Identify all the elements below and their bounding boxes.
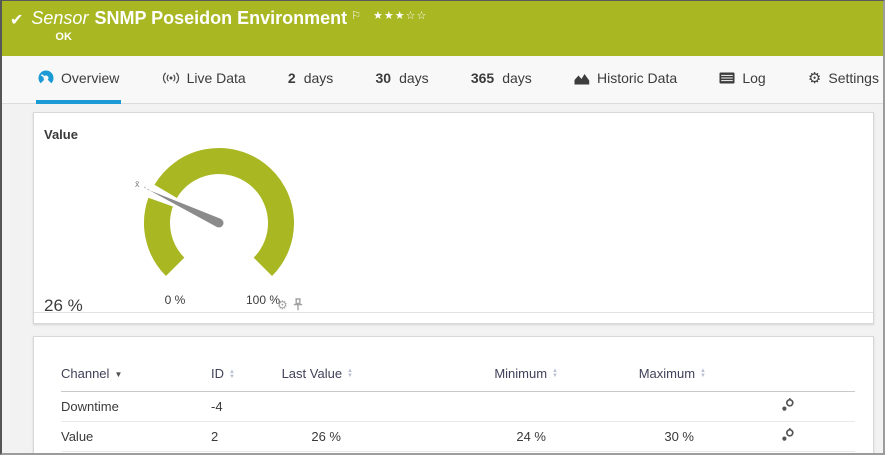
- channels-table: Channel ▼ ID ▲ ▼ Last Value ▲ ▼ Minimum ▲ ▼ Max…: [61, 357, 855, 452]
- ok-check-icon: ✔: [10, 12, 24, 29]
- column-header-maximum[interactable]: Maximum ▲ ▼: [558, 357, 706, 392]
- priority-flag-icon[interactable]: ⚐: [351, 5, 361, 27]
- tab-live-data-label: Live Data: [186, 70, 246, 86]
- minimum-cell: [353, 391, 558, 422]
- priority-stars[interactable]: ★★★☆☆: [373, 5, 427, 27]
- tab-bar: Overview Live Data 2 days 30 days 365 da…: [2, 56, 883, 104]
- table-row[interactable]: Value 2 26 % 24 % 30 %: [61, 421, 855, 452]
- table-row[interactable]: Downtime -4: [61, 391, 855, 422]
- channel-settings-gears-icon[interactable]: [781, 427, 795, 445]
- channel-settings-gears-icon[interactable]: [781, 397, 795, 415]
- minimum-cell: 24 %: [353, 421, 558, 452]
- gauge-current-value: 26 %: [44, 296, 83, 315]
- sort-desc-icon: ▼: [114, 370, 123, 380]
- channel-id-cell: -4: [211, 391, 271, 422]
- sensor-page: ✔ Sensor SNMP Poseidon Environment ⚐ ★★★…: [0, 0, 885, 455]
- tab-2-days[interactable]: 2 days: [286, 56, 335, 104]
- id-header-label: ID: [211, 366, 224, 382]
- column-header-minimum[interactable]: Minimum ▲ ▼: [353, 357, 558, 392]
- tab-live-data[interactable]: Live Data: [160, 56, 248, 104]
- maximum-cell: [558, 391, 706, 422]
- last-value-cell: 26 %: [271, 421, 353, 452]
- tab-settings-label: Settings: [828, 70, 879, 86]
- tab-30-days-label: days: [399, 70, 429, 86]
- column-header-last-value[interactable]: Last Value ▲ ▼: [271, 357, 353, 392]
- area-chart-icon: [574, 72, 590, 85]
- sensor-title-block: Sensor SNMP Poseidon Environment ⚐ ★★★☆☆…: [31, 7, 427, 43]
- tab-historic-data-label: Historic Data: [597, 70, 678, 86]
- sort-icon: ▲ ▼: [700, 367, 706, 379]
- last-value-cell: [271, 391, 353, 422]
- maximum-header-label: Maximum: [638, 366, 696, 382]
- gauge-min-label: 0 %: [164, 293, 186, 307]
- channels-panel: Channel ▼ ID ▲ ▼ Last Value ▲ ▼ Minimum ▲ ▼ Max…: [33, 336, 874, 453]
- tab-settings[interactable]: ⚙ Settings: [806, 56, 881, 104]
- gauge-footer-divider: [34, 312, 873, 313]
- tab-log-label: Log: [742, 70, 766, 86]
- tab-365-days-label: days: [502, 70, 532, 86]
- channel-name-cell: Downtime: [61, 391, 211, 422]
- tab-overview-label: Overview: [61, 70, 120, 86]
- tab-365-days-number: 365: [470, 70, 495, 86]
- page-title: SNMP Poseidon Environment: [94, 8, 348, 28]
- tab-30-days-number: 30: [375, 70, 392, 86]
- tab-overview[interactable]: Overview: [36, 56, 122, 104]
- channel-header-label: Channel: [61, 366, 110, 382]
- channel-id-cell: 2: [211, 421, 271, 452]
- sensor-status-header: ✔ Sensor SNMP Poseidon Environment ⚐ ★★★…: [2, 1, 883, 56]
- tab-historic-data[interactable]: Historic Data: [572, 56, 679, 104]
- tab-2-days-label: days: [303, 70, 334, 86]
- column-header-id[interactable]: ID ▲ ▼: [211, 357, 271, 392]
- channel-name-cell: Value: [61, 421, 211, 452]
- maximum-cell: 30 %: [558, 421, 706, 452]
- status-badge: OK: [55, 31, 72, 43]
- gauge-icon: [38, 70, 54, 86]
- last-value-header-label: Last Value: [281, 366, 343, 382]
- gauge-toolbar: ⚙: [277, 298, 303, 311]
- gear-icon: ⚙: [807, 69, 822, 87]
- tab-log[interactable]: Log: [717, 56, 767, 104]
- column-header-actions: [706, 357, 855, 392]
- mean-marker-label: x̄: [135, 179, 140, 189]
- object-type-label: Sensor: [31, 8, 89, 28]
- pin-icon[interactable]: [293, 298, 303, 311]
- log-list-icon: [719, 72, 735, 84]
- tab-365-days[interactable]: 365 days: [469, 56, 534, 104]
- column-header-channel[interactable]: Channel ▼: [61, 357, 211, 392]
- minimum-header-label: Minimum: [494, 366, 548, 382]
- gauge-arc-low: [144, 197, 185, 277]
- broadcast-icon: [162, 71, 180, 85]
- table-header-row: Channel ▼ ID ▲ ▼ Last Value ▲ ▼ Minimum ▲ ▼ Max…: [61, 357, 855, 392]
- tab-2-days-number: 2: [287, 70, 296, 86]
- gauge-arc-high: [154, 148, 294, 277]
- sort-icon: ▲ ▼: [229, 368, 235, 380]
- gauge-panel: Value x̄ 0 % 100 % ⚙ 26 %: [33, 112, 874, 324]
- tab-30-days[interactable]: 30 days: [374, 56, 431, 104]
- value-gauge: [143, 148, 294, 277]
- gauge-settings-gear-icon[interactable]: ⚙: [277, 299, 288, 311]
- sensor-title-line: Sensor SNMP Poseidon Environment ⚐ ★★★☆☆: [31, 7, 427, 29]
